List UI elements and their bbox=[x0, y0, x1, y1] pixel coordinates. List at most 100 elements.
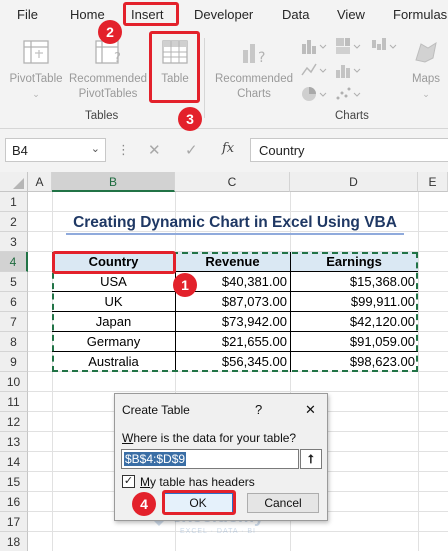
tab-formulas[interactable]: Formulas bbox=[393, 0, 447, 30]
table-label: Table bbox=[161, 73, 189, 85]
row-header[interactable]: 8 bbox=[0, 332, 28, 352]
table-border bbox=[52, 311, 418, 312]
column-chart-icon[interactable] bbox=[300, 36, 328, 56]
insert-function-icon[interactable]: fx bbox=[222, 141, 234, 156]
watermark-tagline: EXCEL · DATA · BI bbox=[180, 528, 256, 535]
row-header[interactable]: 11 bbox=[0, 392, 28, 412]
range-input[interactable]: $B$4:$D$9 bbox=[121, 449, 299, 469]
chevron-down-icon: ⌄ bbox=[32, 89, 40, 99]
enter-icon[interactable]: ✓ bbox=[185, 141, 198, 159]
more-options-icon: ⋮ bbox=[117, 142, 130, 157]
table-cell-earnings[interactable]: $15,368.00 bbox=[290, 272, 418, 292]
table-cell-revenue[interactable]: $73,942.00 bbox=[175, 312, 290, 332]
tab-file[interactable]: File bbox=[17, 0, 38, 30]
table-cell-country[interactable]: USA bbox=[52, 272, 175, 292]
help-icon[interactable]: ? bbox=[255, 402, 262, 417]
formula-input[interactable]: Country bbox=[250, 138, 448, 162]
step-badge-1: 1 bbox=[173, 273, 197, 297]
ribbon-tab-bar: File Home Insert Developer Data View For… bbox=[0, 0, 448, 30]
row-header[interactable]: 12 bbox=[0, 412, 28, 432]
table-cell-country[interactable]: UK bbox=[52, 292, 175, 312]
collapse-dialog-button[interactable]: ⭡ bbox=[300, 449, 322, 469]
sheet-title: Creating Dynamic Chart in Excel Using VB… bbox=[73, 214, 397, 231]
row-header[interactable]: 10 bbox=[0, 372, 28, 392]
table-header-revenue[interactable]: Revenue bbox=[175, 252, 290, 272]
table-header-country[interactable]: Country bbox=[52, 252, 175, 272]
tab-insert[interactable]: Insert bbox=[131, 0, 164, 30]
pivot-table-button[interactable]: PivotTable ⌄ bbox=[6, 38, 66, 102]
line-chart-icon[interactable] bbox=[300, 60, 328, 80]
formula-input-value: Country bbox=[259, 143, 305, 158]
table-header-earnings[interactable]: Earnings bbox=[290, 252, 418, 272]
tab-data[interactable]: Data bbox=[282, 0, 309, 30]
recommended-pivot-tables-button[interactable]: ? Recommended PivotTables bbox=[68, 38, 148, 102]
row-header[interactable]: 15 bbox=[0, 472, 28, 492]
group-separator bbox=[204, 38, 205, 118]
ribbon-insert-panel: PivotTable ⌄ ? Recommended PivotTables T… bbox=[0, 30, 448, 129]
chevron-down-icon: ⌄ bbox=[422, 89, 430, 99]
row-header[interactable]: 5 bbox=[0, 272, 28, 292]
headers-checkbox[interactable]: ✓ bbox=[122, 475, 135, 488]
row-header[interactable]: 9 bbox=[0, 352, 28, 372]
chevron-down-icon[interactable]: ⌄ bbox=[91, 142, 100, 155]
maps-button[interactable]: Maps ⌄ bbox=[404, 38, 448, 102]
tab-developer[interactable]: Developer bbox=[194, 0, 253, 30]
close-icon[interactable]: ✕ bbox=[305, 402, 316, 418]
pie-chart-icon[interactable] bbox=[300, 84, 328, 104]
recommended-charts-label-1: Recommended bbox=[215, 73, 293, 85]
statistic-chart-icon[interactable] bbox=[334, 60, 362, 80]
name-box[interactable]: B4 ⌄ bbox=[5, 138, 106, 162]
row-header[interactable]: 13 bbox=[0, 432, 28, 452]
svg-text:?: ? bbox=[258, 50, 265, 66]
table-cell-earnings[interactable]: $98,623.00 bbox=[290, 352, 418, 372]
headers-checkbox-accesskey: M bbox=[140, 475, 150, 489]
maps-label: Maps bbox=[411, 73, 441, 85]
recommended-pivot-label-2: PivotTables bbox=[78, 88, 138, 100]
table-border bbox=[52, 331, 418, 332]
column-header-e[interactable]: E bbox=[418, 172, 448, 192]
column-header-c[interactable]: C bbox=[175, 172, 290, 192]
recommended-charts-button[interactable]: ? Recommended Charts bbox=[212, 38, 296, 102]
recommended-pivot-label-1: Recommended bbox=[69, 73, 147, 85]
table-cell-earnings[interactable]: $91,059.00 bbox=[290, 332, 418, 352]
column-header-a[interactable]: A bbox=[28, 172, 52, 192]
row-header[interactable]: 7 bbox=[0, 312, 28, 332]
pivot-table-icon bbox=[23, 40, 49, 64]
cancel-button[interactable]: Cancel bbox=[247, 493, 319, 513]
row-header[interactable]: 16 bbox=[0, 492, 28, 512]
step-badge-3: 3 bbox=[178, 107, 202, 131]
table-cell-revenue[interactable]: $21,655.00 bbox=[175, 332, 290, 352]
grid-line bbox=[28, 391, 448, 392]
table-cell-country[interactable]: Australia bbox=[52, 352, 175, 372]
table-cell-earnings[interactable]: $99,911.00 bbox=[290, 292, 418, 312]
table-button[interactable]: Table bbox=[152, 38, 198, 87]
column-header-d[interactable]: D bbox=[290, 172, 418, 192]
ok-button[interactable]: OK bbox=[163, 493, 233, 513]
select-all-icon bbox=[13, 178, 24, 189]
column-header-b[interactable]: B bbox=[52, 172, 175, 192]
table-cell-country[interactable]: Germany bbox=[52, 332, 175, 352]
range-prompt-accesskey: W bbox=[122, 431, 134, 445]
cancel-icon[interactable]: ✕ bbox=[148, 141, 161, 159]
pivot-table-label: PivotTable bbox=[9, 73, 63, 85]
row-header[interactable]: 6 bbox=[0, 292, 28, 312]
select-all-corner[interactable] bbox=[0, 172, 28, 192]
row-header[interactable]: 18 bbox=[0, 532, 28, 551]
row-header[interactable]: 17 bbox=[0, 512, 28, 532]
row-header[interactable]: 4 bbox=[0, 252, 28, 272]
table-cell-country[interactable]: Japan bbox=[52, 312, 175, 332]
step-badge-4: 4 bbox=[132, 492, 156, 516]
scatter-chart-icon[interactable] bbox=[334, 84, 362, 104]
arrow-up-icon: ⭡ bbox=[308, 452, 314, 466]
table-cell-earnings[interactable]: $42,120.00 bbox=[290, 312, 418, 332]
recommended-charts-label-2: Charts bbox=[237, 88, 271, 100]
row-header[interactable]: 14 bbox=[0, 452, 28, 472]
row-header[interactable]: 1 bbox=[0, 192, 28, 212]
waterfall-chart-icon[interactable] bbox=[370, 36, 398, 56]
table-cell-revenue[interactable]: $87,073.00 bbox=[175, 292, 290, 312]
row-header[interactable]: 3 bbox=[0, 232, 28, 252]
row-header[interactable]: 2 bbox=[0, 212, 28, 232]
tab-view[interactable]: View bbox=[337, 0, 365, 30]
hierarchy-chart-icon[interactable] bbox=[334, 36, 362, 56]
table-cell-revenue[interactable]: $56,345.00 bbox=[175, 352, 290, 372]
